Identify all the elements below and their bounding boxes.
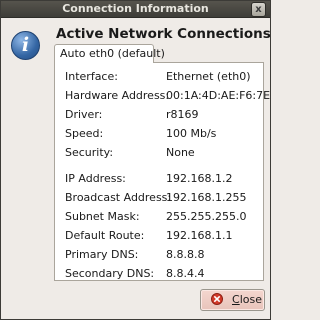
info-row: Hardware Address: 00:1A:4D:AE:F6:7E [55,89,270,105]
info-row: Secondary DNS: 8.8.4.4 [55,267,263,283]
window-title: Connection Information [62,2,209,15]
info-value: 8.8.4.4 [166,267,205,280]
info-value: 192.168.1.2 [166,172,233,185]
info-row: Speed: 100 Mb/s [55,127,263,143]
info-label: Subnet Mask: [65,210,140,223]
dialog-heading: Active Network Connections [56,26,271,42]
info-row: Broadcast Address: 192.168.1.255 [55,191,263,207]
info-label: Driver: [65,108,103,121]
close-button-label: Close [232,293,262,306]
window-close-icon[interactable]: x [251,2,266,17]
info-label: IP Address: [65,172,126,185]
info-label: Primary DNS: [65,248,139,261]
info-value: 192.168.1.1 [166,229,233,242]
info-value: 100 Mb/s [166,127,217,140]
info-label: Interface: [65,70,118,83]
info-label: Default Route: [65,229,145,242]
info-row: Subnet Mask: 255.255.255.0 [55,210,263,226]
info-row: IP Address: 192.168.1.2 [55,172,263,188]
connection-information-dialog: Connection Information x i Active Networ… [0,0,271,320]
close-circle-icon [211,293,223,305]
info-label: Broadcast Address: [65,191,172,204]
info-label: Hardware Address: [65,89,170,102]
info-value: Ethernet (eth0) [166,70,251,83]
info-value: 8.8.8.8 [166,248,205,261]
info-value: r8169 [166,108,199,121]
info-label: Secondary DNS: [65,267,155,280]
connection-details-panel: Interface: Ethernet (eth0) Hardware Addres… [54,62,270,283]
info-value: 255.255.255.0 [166,210,247,223]
info-row: Security: None [55,146,263,162]
titlebar[interactable]: Connection Information x [1,1,270,18]
tab-label: Auto eth0 (default) [60,47,165,60]
info-value: None [166,146,195,159]
info-row: Driver: r8169 [55,108,263,124]
info-label: Speed: [65,127,104,140]
info-row: Interface: Ethernet (eth0) [55,70,263,86]
info-value: 192.168.1.255 [166,191,247,204]
info-row: Primary DNS: 8.8.8.8 [55,248,263,264]
tab-auto-eth0[interactable]: Auto eth0 (default) [54,44,165,63]
info-icon: i [11,31,40,60]
info-label: Security: [65,146,114,159]
close-button[interactable]: Close [200,289,265,311]
info-row: Default Route: 192.168.1.1 [55,229,263,245]
info-value: 00:1A:4D:AE:F6:7E [166,89,271,102]
